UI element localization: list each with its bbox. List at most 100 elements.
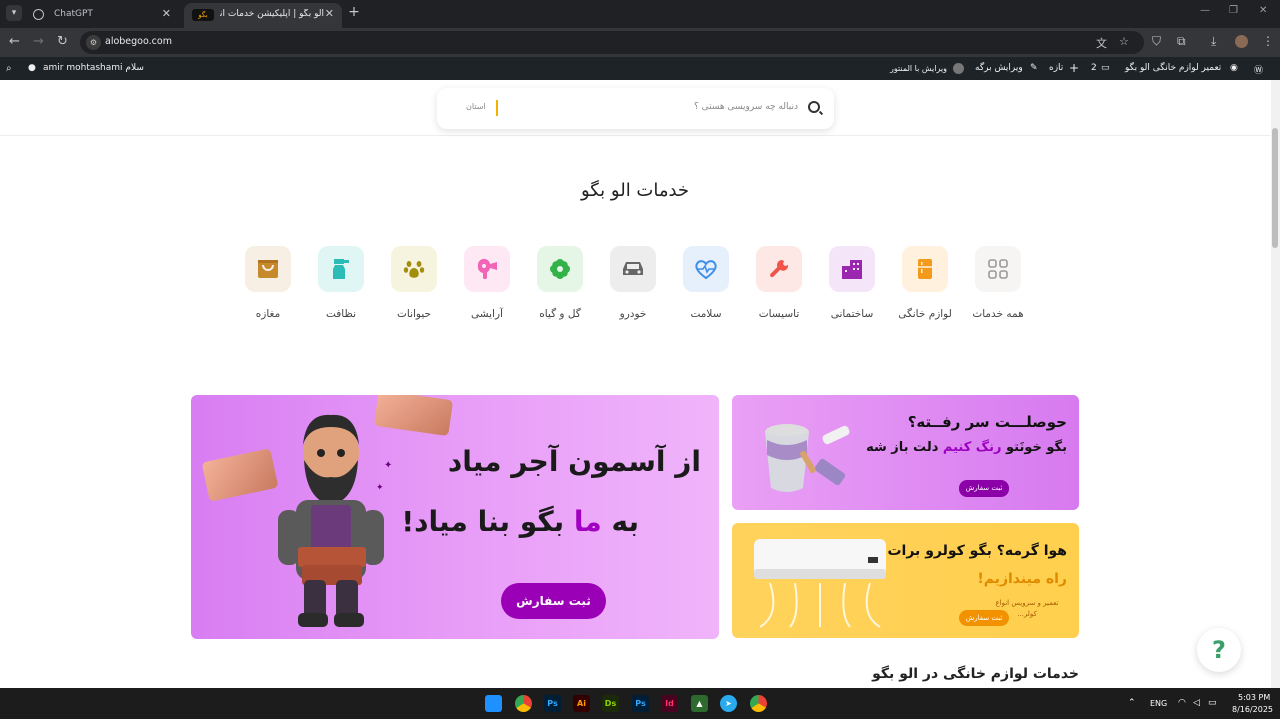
paint-banner-title: حوصلـــت سر رفــته؟ [907, 413, 1067, 431]
dashboard-icon: ◉ [1230, 63, 1238, 73]
main-banner-line1: از آسمون آجر میاد [447, 445, 701, 478]
mason-character-icon [278, 414, 384, 627]
illustrator-icon[interactable]: Ai [573, 695, 590, 712]
page-scrollbar[interactable] [1271, 80, 1280, 688]
language-indicator[interactable]: ENG [1150, 699, 1167, 708]
search-divider [496, 100, 498, 116]
category-building[interactable]: ساختمانی [829, 246, 875, 320]
user-icon: ● [28, 63, 36, 73]
browser-toolbar: ← → ↻ ⚙ alobegoo.com 文 ☆ ⛉ ⧉ ⤓ ⋮ [0, 28, 1280, 57]
download-icon[interactable]: ⤓ [1211, 34, 1216, 49]
tab-search-button[interactable]: ▾ [6, 5, 22, 21]
category-spray[interactable]: نظافت [318, 246, 364, 320]
banner-mason[interactable]: ✦ ✦ از آسمون آجر میاد به ما بگو بنا میاد… [191, 395, 719, 639]
telegram-icon[interactable]: ➤ [720, 695, 737, 712]
tab-title: الو بگو | اپلیکیشن خدمات آنلاین و [220, 9, 324, 19]
alobegoo-favicon-icon: بگو [192, 9, 214, 21]
category-shop[interactable]: مغازه [245, 246, 291, 320]
chrome-icon[interactable] [515, 695, 532, 712]
hairdryer-icon [464, 246, 510, 292]
elementor-icon [953, 63, 964, 74]
wifi-icon[interactable]: ◠ [1178, 698, 1186, 708]
air-conditioner-icon [754, 539, 886, 628]
category-fridge[interactable]: لوازم خانگی [898, 246, 952, 320]
category-grid[interactable]: همه خدمات [972, 246, 1024, 320]
category-paw[interactable]: حیوانات [391, 246, 437, 320]
dimension-icon[interactable]: Ds [602, 695, 619, 712]
wordpress-icon[interactable]: Ⓦ [1254, 63, 1263, 76]
paint-bucket-icon [765, 424, 850, 492]
clock-time[interactable]: 5:03 PM [1238, 693, 1270, 702]
new-link[interactable]: تازه [1049, 63, 1063, 73]
bookmark-star-icon[interactable]: ☆ [1119, 35, 1129, 48]
maximize-icon[interactable]: ❐ [1229, 5, 1238, 16]
windows-start-icon[interactable] [485, 695, 502, 712]
wrench-icon [756, 246, 802, 292]
pencil-icon: ✎ [1030, 63, 1038, 73]
profile-avatar[interactable] [1235, 35, 1248, 48]
edit-page-link[interactable]: ویرایش برگه [975, 63, 1023, 73]
shield-icon[interactable]: ⛉ [1152, 34, 1161, 49]
user-greeting[interactable]: سلام amir mohtashami [43, 63, 144, 73]
cooler-banner-title: هوا گرمه؟ بگو کولرو برات [887, 543, 1067, 559]
extensions-icon[interactable]: ⧉ [1177, 34, 1186, 49]
main-banner-line2: به ما بگو بنا میاد! [401, 505, 639, 538]
reload-icon[interactable]: ↻ [57, 34, 68, 50]
close-tab-icon[interactable]: ✕ [162, 7, 171, 20]
app-icon[interactable]: ▲ [691, 695, 708, 712]
paw-icon [391, 246, 437, 292]
building-icon [829, 246, 875, 292]
tab-alobegoo[interactable]: بگو الو بگو | اپلیکیشن خدمات آنلاین و ✕ [184, 3, 342, 28]
shop-icon [245, 246, 291, 292]
minimize-icon[interactable]: — [1200, 5, 1210, 16]
site-info-icon[interactable]: ⚙ [86, 35, 101, 50]
new-tab-button[interactable]: + [346, 4, 362, 20]
cooler-banner-order-button[interactable]: ثبت سفارش [959, 610, 1009, 626]
back-icon[interactable]: ← [9, 34, 20, 50]
category-flower[interactable]: گل و گیاه [537, 246, 583, 320]
chrome-icon[interactable] [750, 695, 767, 712]
main-banner-order-button[interactable]: ثبت سفارش [501, 583, 606, 619]
photoshop-icon[interactable]: Ps [632, 695, 649, 712]
volume-icon[interactable]: ◁ [1193, 698, 1200, 708]
search-placeholder[interactable]: دنباله چه سرویسی هستی ؟ [694, 102, 798, 112]
flower-icon [537, 246, 583, 292]
battery-icon[interactable]: ▭ [1208, 698, 1217, 708]
services-title: خدمات الو بگو [580, 180, 690, 201]
help-button[interactable]: ? [1197, 628, 1241, 672]
category-label: مغازه [255, 308, 281, 320]
tray-chevron-icon[interactable]: ⌃ [1128, 698, 1136, 708]
edit-elementor-link[interactable]: ویرایش با المنتور [890, 64, 947, 73]
search-box[interactable]: دنباله چه سرویسی هستی ؟ استان [437, 88, 834, 129]
category-wrench[interactable]: تاسیسات [756, 246, 802, 320]
banner-cooler[interactable]: هوا گرمه؟ بگو کولرو برات راه میندازیم! ت… [732, 523, 1079, 638]
comments-count[interactable]: 2 [1091, 63, 1097, 73]
paint-banner-order-button[interactable]: ثبت سفارش [959, 480, 1009, 497]
close-tab-icon[interactable]: ✕ [325, 7, 334, 20]
paint-banner-line: بگو خونَتو رنگ کنیم دلت باز شه [866, 440, 1067, 455]
photoshop-icon[interactable]: Ps [544, 695, 561, 712]
clock-date[interactable]: 8/16/2025 [1232, 705, 1273, 714]
sparkle-icon: ✦ [384, 460, 393, 471]
menu-icon[interactable]: ⋮ [1262, 34, 1274, 48]
forward-icon[interactable]: → [33, 34, 44, 50]
site-name-link[interactable]: تعمیر لوازم خانگی الو بگو [1125, 63, 1221, 73]
close-window-icon[interactable]: ✕ [1259, 5, 1267, 16]
search-icon[interactable]: ⌕ [6, 63, 12, 74]
address-bar[interactable]: ⚙ alobegoo.com 文 ☆ [80, 31, 1144, 54]
url-text: alobegoo.com [105, 36, 172, 47]
search-icon [808, 101, 820, 113]
scrollbar-thumb[interactable] [1272, 128, 1278, 248]
province-select[interactable]: استان [466, 102, 486, 111]
heart-pulse-icon [683, 246, 729, 292]
tab-chatgpt[interactable]: ChatGPT ✕ [24, 3, 179, 28]
translate-icon[interactable]: 文 [1096, 35, 1107, 51]
category-heart-pulse[interactable]: سلامت [683, 246, 729, 320]
category-hairdryer[interactable]: آرایشی [464, 246, 510, 320]
car-icon [610, 246, 656, 292]
indesign-icon[interactable]: Id [661, 695, 678, 712]
category-car[interactable]: خودرو [610, 246, 656, 320]
sparkle-icon: ✦ [376, 483, 384, 493]
grid-icon [975, 246, 1021, 292]
banner-paint[interactable]: حوصلـــت سر رفــته؟ بگو خونَتو رنگ کنیم … [732, 395, 1079, 510]
